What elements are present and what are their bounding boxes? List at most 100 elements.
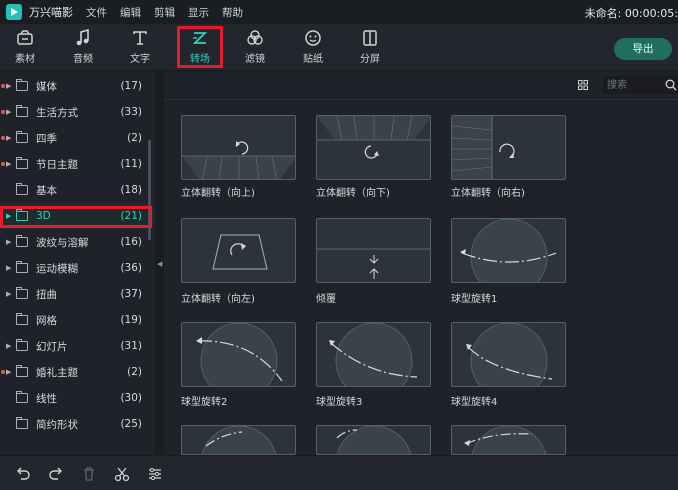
menu-edit[interactable]: 编辑 (120, 5, 141, 20)
tool-media-label: 素材 (15, 54, 35, 65)
expand-arrow-icon[interactable]: ▶ (6, 82, 11, 90)
text-icon (117, 28, 163, 48)
expand-arrow-icon[interactable]: ▶ (6, 108, 11, 116)
category-count: (31) (120, 340, 142, 352)
transition-thumb-sphere-3[interactable] (316, 322, 431, 387)
category-name: 幻灯片 (36, 340, 68, 353)
folder-icon (16, 131, 28, 143)
category-count: (30) (120, 392, 142, 404)
category-name: 扭曲 (36, 288, 57, 301)
category-item-distort[interactable]: ▶ 扭曲 (37) (0, 281, 155, 307)
category-name: 线性 (36, 392, 57, 405)
collapse-arrow-icon[interactable]: ◀ (157, 260, 162, 268)
search-box[interactable] (603, 76, 678, 94)
transition-thumb-sphere-4[interactable] (451, 322, 566, 387)
folder-icon (16, 417, 28, 429)
transition-label: 立体翻转（向右) (451, 188, 525, 199)
tool-audio-button[interactable]: 音频 (60, 28, 106, 68)
tool-split-screen-button[interactable]: 分屏 (347, 28, 393, 68)
category-item-holidays[interactable]: ▶ 节日主题 (11) (0, 151, 155, 177)
search-input[interactable] (607, 76, 659, 94)
tool-sticker-button[interactable]: 贴纸 (290, 28, 336, 68)
project-info: 未命名: 00:00:05: (584, 7, 678, 20)
category-sidebar: ▶ 媒体 (17) ▶ 生活方式 (33) ▶ 四季 (2) ▶ 节日主题 (1… (0, 71, 155, 455)
tool-audio-label: 音频 (73, 54, 93, 65)
expand-arrow-icon[interactable]: ▶ (6, 368, 11, 376)
new-badge-dot (1, 370, 5, 374)
category-item-seasons[interactable]: ▶ 四季 (2) (0, 125, 155, 151)
expand-arrow-icon[interactable]: ▶ (6, 238, 11, 246)
app-title: 万兴喵影 (29, 6, 73, 19)
expand-arrow-icon[interactable]: ▶ (6, 134, 11, 142)
active-tool-highlight (177, 26, 223, 68)
folder-icon (16, 287, 28, 299)
selected-category-highlight (0, 206, 152, 228)
category-item-motion-blur[interactable]: ▶ 运动模糊 (36) (0, 255, 155, 281)
transition-thumb-flip-up[interactable] (181, 115, 296, 180)
category-name: 生活方式 (36, 106, 78, 119)
app-logo-icon (6, 4, 22, 20)
scissors-icon[interactable] (114, 466, 130, 482)
category-name: 波纹与溶解 (36, 236, 89, 249)
category-count: (2) (127, 366, 142, 378)
transition-thumb-sphere-7[interactable] (451, 425, 566, 455)
tool-text-label: 文字 (130, 54, 150, 65)
menu-view[interactable]: 显示 (188, 5, 209, 20)
folder-icon (16, 157, 28, 169)
tool-media-button[interactable]: 素材 (2, 28, 48, 68)
category-item-grid[interactable]: 网格 (19) (0, 307, 155, 333)
folder-icon (16, 365, 28, 377)
content-separator (164, 99, 678, 100)
category-name: 婚礼主题 (36, 366, 78, 379)
expand-arrow-icon[interactable]: ▶ (6, 342, 11, 350)
category-name: 四季 (36, 132, 57, 145)
grid-view-icon[interactable] (578, 80, 588, 90)
expand-arrow-icon[interactable]: ▶ (6, 264, 11, 272)
transition-thumb-sphere-6[interactable] (316, 425, 431, 455)
category-item-media[interactable]: ▶ 媒体 (17) (0, 73, 155, 99)
menu-help[interactable]: 帮助 (222, 5, 243, 20)
tool-text-button[interactable]: 文字 (117, 28, 163, 68)
expand-arrow-icon[interactable]: ▶ (6, 290, 11, 298)
export-button[interactable]: 导出 (614, 38, 672, 60)
category-name: 媒体 (36, 80, 57, 93)
trash-icon[interactable] (81, 466, 97, 482)
category-count: (17) (120, 80, 142, 92)
transition-thumb-flip-right[interactable] (451, 115, 566, 180)
transition-thumb-flip-left[interactable] (181, 218, 296, 283)
category-count: (19) (120, 314, 142, 326)
search-icon[interactable] (665, 79, 677, 94)
filter-icon (232, 28, 278, 48)
transition-label: 球型旋转4 (451, 397, 498, 408)
category-item-lifestyle[interactable]: ▶ 生活方式 (33) (0, 99, 155, 125)
menu-clip[interactable]: 剪辑 (154, 5, 175, 20)
category-count: (37) (120, 288, 142, 300)
new-badge-dot (1, 136, 5, 140)
category-item-ripple-dissolve[interactable]: ▶ 波纹与溶解 (16) (0, 229, 155, 255)
adjust-icon[interactable] (147, 466, 163, 482)
category-count: (33) (120, 106, 142, 118)
redo-icon[interactable] (48, 466, 64, 482)
expand-arrow-icon[interactable]: ▶ (6, 160, 11, 168)
music-note-icon (60, 28, 106, 48)
transition-thumb-sphere-2[interactable] (181, 322, 296, 387)
category-item-slideshow[interactable]: ▶ 幻灯片 (31) (0, 333, 155, 359)
transition-thumb-sphere-1[interactable] (451, 218, 566, 283)
transition-label: 立体翻转（向下) (316, 188, 390, 199)
menu-file[interactable]: 文件 (86, 5, 107, 20)
tool-filter-button[interactable]: 滤镜 (232, 28, 278, 68)
split-screen-icon (347, 28, 393, 48)
folder-icon (16, 391, 28, 403)
undo-icon[interactable] (15, 466, 31, 482)
transition-thumb-sphere-5[interactable] (181, 425, 296, 455)
category-item-wedding[interactable]: ▶ 婚礼主题 (2) (0, 359, 155, 385)
category-item-linear[interactable]: 线性 (30) (0, 385, 155, 411)
category-name: 简约形状 (36, 418, 78, 431)
transition-label: 立体翻转（向左) (181, 294, 255, 305)
category-item-simple-shapes[interactable]: 简约形状 (25) (0, 411, 155, 437)
transition-thumb-flip-down[interactable] (316, 115, 431, 180)
tool-filter-label: 滤镜 (245, 54, 265, 65)
transition-thumb-overturn[interactable] (316, 218, 431, 283)
menu-bar: 万兴喵影 文件 编辑 剪辑 显示 帮助 未命名: 00:00:05: (0, 0, 678, 24)
category-item-basic[interactable]: 基本 (18) (0, 177, 155, 203)
